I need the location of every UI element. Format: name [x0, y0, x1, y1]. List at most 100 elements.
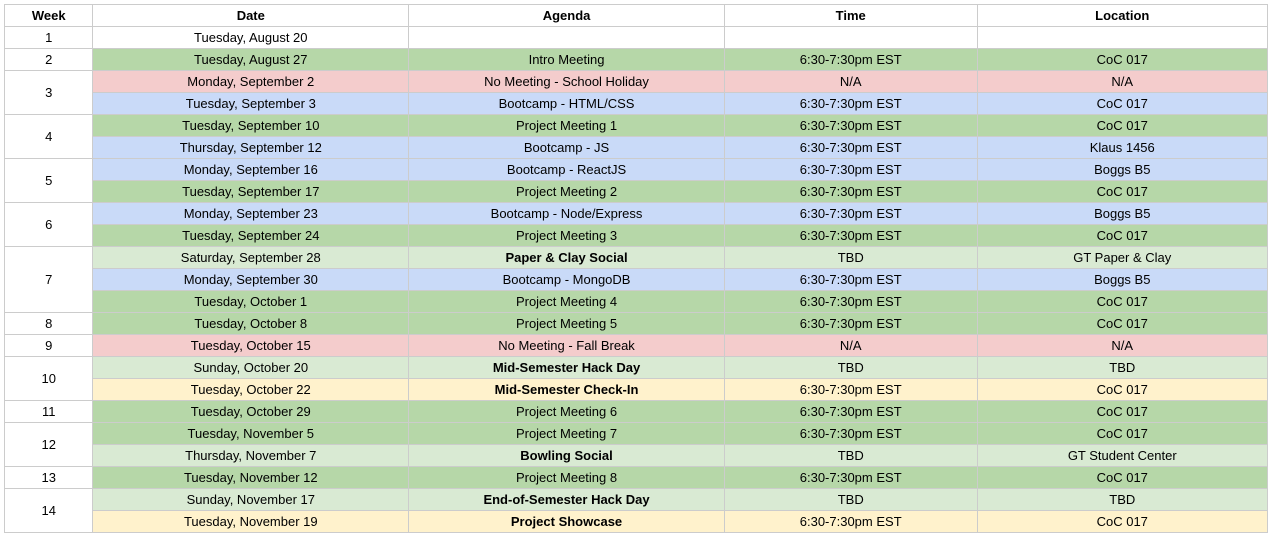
location-cell: CoC 017: [977, 313, 1268, 335]
location-cell: CoC 017: [977, 511, 1268, 533]
date-cell: Tuesday, August 20: [93, 27, 409, 49]
header-row: Week Date Agenda Time Location: [5, 5, 1268, 27]
location-cell: N/A: [977, 335, 1268, 357]
table-row: 12Tuesday, November 5Project Meeting 76:…: [5, 423, 1268, 445]
agenda-cell: Project Meeting 1: [409, 115, 725, 137]
time-cell: TBD: [724, 489, 977, 511]
location-cell: CoC 017: [977, 467, 1268, 489]
week-cell: 7: [5, 247, 93, 313]
time-cell: 6:30-7:30pm EST: [724, 159, 977, 181]
date-cell: Thursday, September 12: [93, 137, 409, 159]
agenda-cell: Paper & Clay Social: [409, 247, 725, 269]
date-cell: Monday, September 2: [93, 71, 409, 93]
date-cell: Tuesday, September 24: [93, 225, 409, 247]
time-cell: 6:30-7:30pm EST: [724, 401, 977, 423]
agenda-cell: Intro Meeting: [409, 49, 725, 71]
date-cell: Tuesday, September 3: [93, 93, 409, 115]
schedule-table: Week Date Agenda Time Location 1Tuesday,…: [4, 4, 1268, 533]
time-cell: 6:30-7:30pm EST: [724, 313, 977, 335]
week-cell: 10: [5, 357, 93, 401]
table-row: Monday, September 30Bootcamp - MongoDB6:…: [5, 269, 1268, 291]
table-row: 13Tuesday, November 12Project Meeting 86…: [5, 467, 1268, 489]
agenda-cell: No Meeting - Fall Break: [409, 335, 725, 357]
header-week: Week: [5, 5, 93, 27]
date-cell: Tuesday, October 22: [93, 379, 409, 401]
time-cell: 6:30-7:30pm EST: [724, 137, 977, 159]
table-row: Tuesday, September 24Project Meeting 36:…: [5, 225, 1268, 247]
table-row: Tuesday, September 17Project Meeting 26:…: [5, 181, 1268, 203]
time-cell: 6:30-7:30pm EST: [724, 93, 977, 115]
time-cell: TBD: [724, 357, 977, 379]
time-cell: 6:30-7:30pm EST: [724, 269, 977, 291]
header-agenda: Agenda: [409, 5, 725, 27]
table-row: 5Monday, September 16Bootcamp - ReactJS6…: [5, 159, 1268, 181]
time-cell: 6:30-7:30pm EST: [724, 49, 977, 71]
location-cell: TBD: [977, 357, 1268, 379]
week-cell: 14: [5, 489, 93, 533]
week-cell: 6: [5, 203, 93, 247]
agenda-cell: Mid-Semester Check-In: [409, 379, 725, 401]
location-cell: CoC 017: [977, 115, 1268, 137]
table-row: Tuesday, October 1Project Meeting 46:30-…: [5, 291, 1268, 313]
table-row: 4Tuesday, September 10Project Meeting 16…: [5, 115, 1268, 137]
agenda-cell: Bootcamp - HTML/CSS: [409, 93, 725, 115]
location-cell: CoC 017: [977, 401, 1268, 423]
week-cell: 2: [5, 49, 93, 71]
table-row: 8Tuesday, October 8Project Meeting 56:30…: [5, 313, 1268, 335]
time-cell: N/A: [724, 71, 977, 93]
date-cell: Thursday, November 7: [93, 445, 409, 467]
table-row: Thursday, November 7Bowling SocialTBDGT …: [5, 445, 1268, 467]
time-cell: N/A: [724, 335, 977, 357]
agenda-cell: Project Showcase: [409, 511, 725, 533]
date-cell: Saturday, September 28: [93, 247, 409, 269]
date-cell: Sunday, October 20: [93, 357, 409, 379]
agenda-cell: End-of-Semester Hack Day: [409, 489, 725, 511]
location-cell: CoC 017: [977, 291, 1268, 313]
table-row: 6Monday, September 23Bootcamp - Node/Exp…: [5, 203, 1268, 225]
location-cell: Klaus 1456: [977, 137, 1268, 159]
week-cell: 9: [5, 335, 93, 357]
time-cell: 6:30-7:30pm EST: [724, 379, 977, 401]
location-cell: CoC 017: [977, 49, 1268, 71]
agenda-cell: Project Meeting 8: [409, 467, 725, 489]
table-row: Tuesday, October 22Mid-Semester Check-In…: [5, 379, 1268, 401]
location-cell: GT Paper & Clay: [977, 247, 1268, 269]
week-cell: 1: [5, 27, 93, 49]
table-row: Thursday, September 12Bootcamp - JS6:30-…: [5, 137, 1268, 159]
location-cell: CoC 017: [977, 423, 1268, 445]
week-cell: 5: [5, 159, 93, 203]
time-cell: 6:30-7:30pm EST: [724, 203, 977, 225]
location-cell: CoC 017: [977, 225, 1268, 247]
date-cell: Tuesday, October 15: [93, 335, 409, 357]
agenda-cell: Mid-Semester Hack Day: [409, 357, 725, 379]
time-cell: 6:30-7:30pm EST: [724, 511, 977, 533]
time-cell: TBD: [724, 247, 977, 269]
agenda-cell: Project Meeting 2: [409, 181, 725, 203]
location-cell: GT Student Center: [977, 445, 1268, 467]
agenda-cell: Bootcamp - JS: [409, 137, 725, 159]
date-cell: Monday, September 30: [93, 269, 409, 291]
agenda-cell: Project Meeting 7: [409, 423, 725, 445]
time-cell: TBD: [724, 445, 977, 467]
header-location: Location: [977, 5, 1268, 27]
table-row: Tuesday, September 3Bootcamp - HTML/CSS6…: [5, 93, 1268, 115]
agenda-cell: [409, 27, 725, 49]
location-cell: TBD: [977, 489, 1268, 511]
table-row: 11Tuesday, October 29Project Meeting 66:…: [5, 401, 1268, 423]
time-cell: 6:30-7:30pm EST: [724, 467, 977, 489]
time-cell: 6:30-7:30pm EST: [724, 423, 977, 445]
date-cell: Tuesday, September 17: [93, 181, 409, 203]
table-row: 10Sunday, October 20Mid-Semester Hack Da…: [5, 357, 1268, 379]
agenda-cell: Project Meeting 4: [409, 291, 725, 313]
week-cell: 3: [5, 71, 93, 115]
week-cell: 13: [5, 467, 93, 489]
time-cell: 6:30-7:30pm EST: [724, 225, 977, 247]
table-row: 3Monday, September 2No Meeting - School …: [5, 71, 1268, 93]
week-cell: 11: [5, 401, 93, 423]
date-cell: Tuesday, September 10: [93, 115, 409, 137]
time-cell: [724, 27, 977, 49]
agenda-cell: Project Meeting 6: [409, 401, 725, 423]
date-cell: Tuesday, October 8: [93, 313, 409, 335]
time-cell: 6:30-7:30pm EST: [724, 115, 977, 137]
agenda-cell: Bowling Social: [409, 445, 725, 467]
